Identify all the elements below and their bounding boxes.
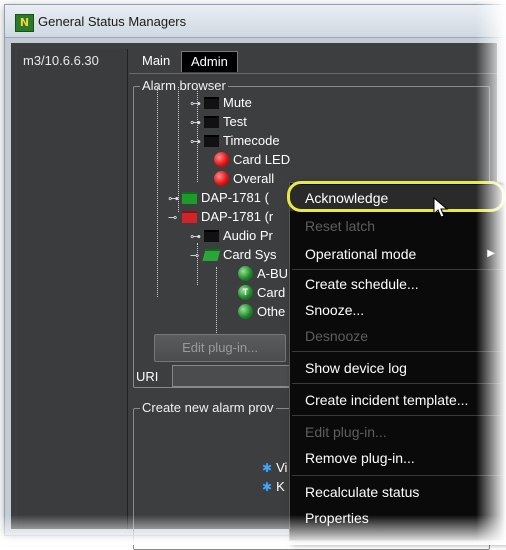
tree-item-label: Card — [257, 285, 286, 300]
tab-main[interactable]: Main — [133, 51, 179, 71]
menu-item-create-schedule[interactable]: Create schedule... — [290, 271, 505, 297]
folder-icon — [182, 210, 197, 223]
provider-label: Vi — [276, 460, 288, 475]
context-menu: Acknowledge Reset latch Operational mode… — [289, 182, 506, 541]
menu-item-reset-latch: Reset latch — [305, 218, 376, 234]
tree-item-dap-1781-b[interactable]: ⊸ DAP-1781 (r — [168, 208, 273, 226]
menu-item-properties[interactable]: Properties — [290, 505, 505, 531]
tree-item-a-bu[interactable]: A-BU — [238, 265, 288, 283]
tree-item-label: A-BU — [257, 266, 289, 281]
tree-item-mute[interactable]: ⊶ Mute — [190, 94, 252, 112]
green-t-status-icon: T — [238, 285, 253, 301]
provider-item-vi[interactable]: ✱ Vi — [262, 459, 287, 477]
tree-item-timecode[interactable]: ⊶ Timecode — [190, 132, 280, 150]
green-status-icon — [238, 304, 253, 320]
tree-item-label: Mute — [223, 95, 252, 110]
tree-item-label: DAP-1781 ( — [201, 190, 269, 205]
collapse-toggle-icon[interactable]: ⊸ — [190, 247, 204, 265]
tree-item-test[interactable]: ⊶ Test — [190, 113, 247, 131]
provider-item-k[interactable]: ✱ K — [262, 478, 285, 496]
tree-item-card[interactable]: T Card — [238, 284, 285, 302]
menu-separator — [292, 475, 503, 476]
folder-icon — [204, 229, 219, 242]
tree-item-label: Test — [223, 114, 247, 129]
menu-item-remove-plugin[interactable]: Remove plug-in... — [290, 445, 505, 471]
expand-toggle-icon[interactable]: ⊶ — [190, 228, 204, 246]
folder-icon — [204, 115, 219, 128]
red-status-icon — [214, 171, 229, 187]
tree-line — [157, 87, 158, 297]
tree-item-card-sys[interactable]: ⊸ Card Sys — [190, 246, 276, 264]
folder-icon — [182, 191, 197, 204]
provider-icon: ✱ — [262, 480, 273, 494]
host-label[interactable]: m3/10.6.6.30 — [23, 53, 99, 68]
folder-icon — [204, 134, 219, 147]
tree-item-label: DAP-1781 (r — [201, 209, 274, 224]
tree-item-label: Othe — [257, 304, 286, 319]
window-title: General Status Managers — [38, 14, 187, 29]
menu-item-show-device-log[interactable]: Show device log — [290, 355, 505, 381]
menu-item-edit-plugin: Edit plug-in... — [305, 424, 387, 440]
red-status-icon — [214, 152, 229, 168]
menu-item-desnooze: Desnooze — [305, 328, 369, 344]
expand-toggle-icon[interactable]: ⊶ — [190, 133, 204, 151]
tree-item-audio-pr[interactable]: ⊶ Audio Pr — [190, 227, 273, 245]
menu-item-operational-mode[interactable]: Operational mode ▶ — [290, 241, 505, 267]
expand-toggle-icon[interactable]: ⊶ — [190, 114, 204, 132]
menu-item-recalculate-status[interactable]: Recalculate status — [290, 479, 505, 505]
title-bar[interactable]: N General Status Managers — [5, 5, 505, 38]
tree-item-overall[interactable]: Overall — [214, 170, 274, 188]
host-column: m3/10.6.6.30 — [17, 49, 128, 529]
collapse-toggle-icon[interactable]: ⊸ — [168, 209, 182, 227]
green-status-icon — [238, 266, 253, 282]
menu-separator — [292, 415, 503, 416]
menu-item-create-incident-template[interactable]: Create incident template... — [290, 387, 505, 413]
tree-item-card-led[interactable]: Card LED — [214, 151, 290, 169]
expand-toggle-icon[interactable]: ⊶ — [168, 190, 182, 208]
provider-label: K — [276, 479, 285, 494]
acknowledge-highlight-ring — [287, 181, 505, 212]
tree-item-label: Audio Pr — [223, 228, 273, 243]
edit-plugin-button[interactable]: Edit plug-in... — [154, 334, 286, 362]
provider-icon: ✱ — [262, 461, 273, 475]
folder-icon — [204, 96, 219, 109]
alarm-browser-title: Alarm browser — [140, 78, 228, 93]
menu-separator — [292, 383, 503, 384]
uri-label: URI — [136, 369, 159, 384]
menu-separator — [292, 351, 503, 352]
open-folder-icon — [202, 248, 221, 261]
tree-item-label: Card LED — [233, 152, 291, 167]
app-logo-icon: N — [15, 14, 34, 32]
expand-toggle-icon[interactable]: ⊶ — [190, 95, 204, 113]
menu-separator — [292, 269, 503, 270]
tree-item-dap-1781-a[interactable]: ⊶ DAP-1781 ( — [168, 189, 269, 207]
tab-admin[interactable]: Admin — [181, 51, 238, 72]
submenu-arrow-icon: ▶ — [487, 248, 495, 259]
create-provider-title: Create new alarm prov — [140, 400, 276, 415]
tree-item-othe[interactable]: Othe — [238, 303, 285, 321]
mouse-pointer-icon — [433, 197, 449, 218]
tree-item-label: Card Sys — [223, 247, 277, 262]
menu-item-snooze[interactable]: Snooze... — [290, 297, 505, 323]
menu-item-label: Operational mode — [305, 246, 417, 262]
tree-item-label: Timecode — [223, 133, 280, 148]
tree-item-label: Overall — [233, 171, 275, 186]
